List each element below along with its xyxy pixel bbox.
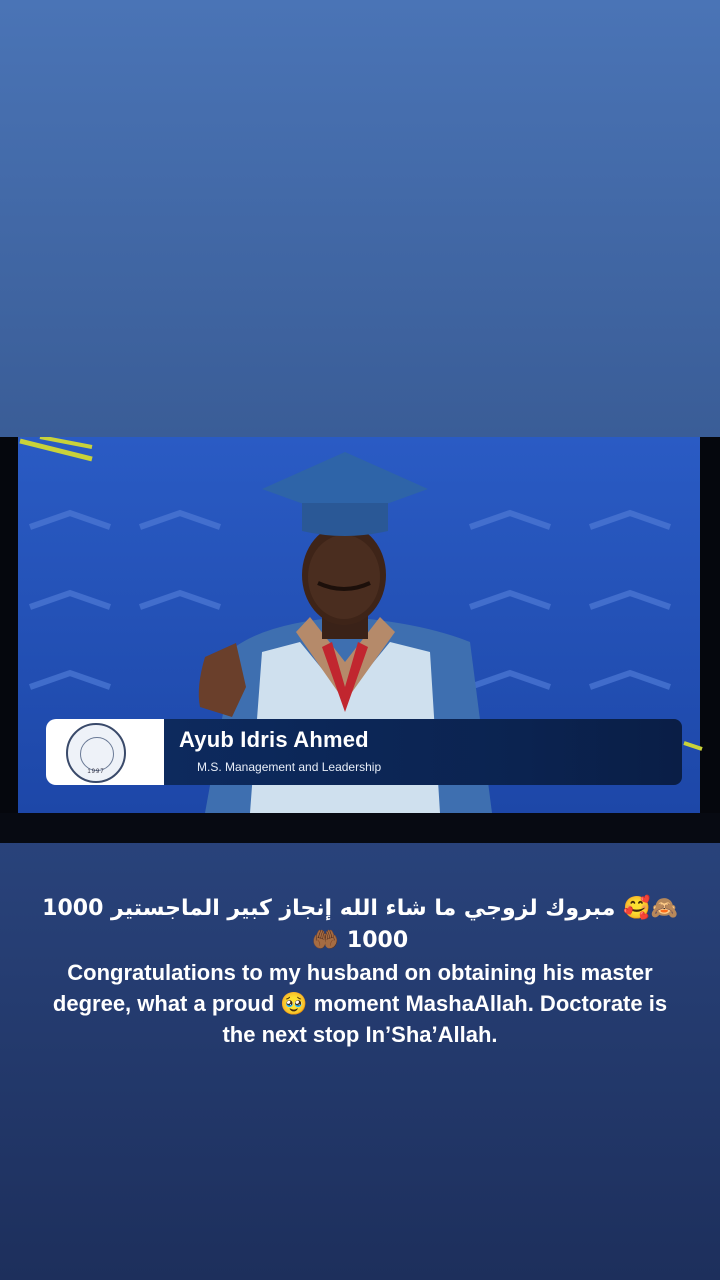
seal-year: 1997 bbox=[87, 769, 105, 775]
story-caption: 🙈🥰 مبروك لزوجي ما شاء الله إنجاز كبير ال… bbox=[40, 893, 680, 1050]
seal-ring: 1997 bbox=[66, 723, 126, 783]
graduate-nameplate: 1997 Ayub Idris Ahmed M.S. Management an… bbox=[40, 715, 685, 785]
caption-english-text: Congratulations to my husband on obtaini… bbox=[52, 960, 668, 1047]
graduate-name: Ayub Idris Ahmed bbox=[179, 727, 369, 752]
graduation-screen-photo: 1997 Ayub Idris Ahmed M.S. Management an… bbox=[0, 437, 720, 843]
seal-emblem bbox=[80, 737, 114, 771]
graduate-degree: M.S. Management and Leadership bbox=[197, 760, 382, 774]
caption-arabic-text: 🙈🥰 مبروك لزوجي ما شاء الله إنجاز كبير ال… bbox=[42, 896, 678, 953]
university-seal: 1997 bbox=[46, 719, 164, 785]
